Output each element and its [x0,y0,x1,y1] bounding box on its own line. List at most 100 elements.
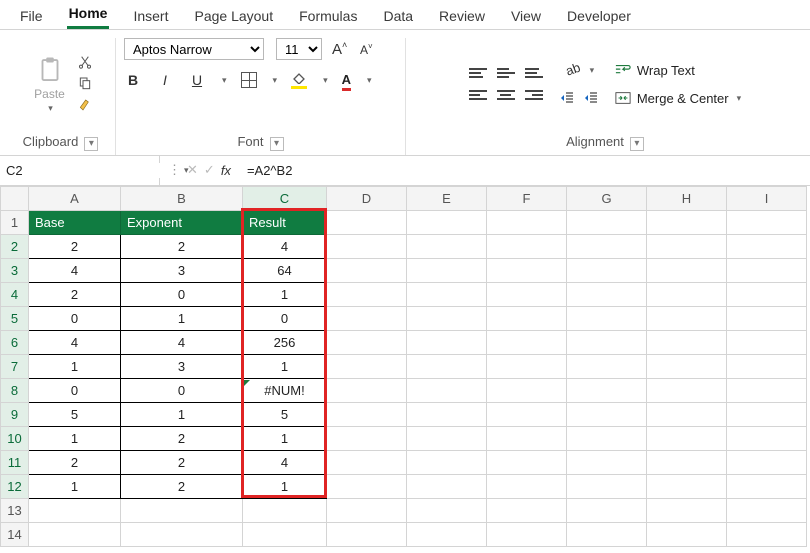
align-left-icon[interactable] [469,90,487,100]
cell-I11[interactable] [727,450,807,474]
cell-G2[interactable] [567,234,647,258]
cell-G5[interactable] [567,306,647,330]
cell-I7[interactable] [727,354,807,378]
row-header-13[interactable]: 13 [1,498,29,522]
cell-B11[interactable]: 2 [121,450,243,474]
cell-I14[interactable] [727,522,807,546]
cell-B10[interactable]: 2 [121,426,243,450]
cell-A8[interactable]: 0 [29,378,121,402]
cell-B3[interactable]: 3 [121,258,243,282]
align-middle-icon[interactable] [497,68,515,78]
format-painter-icon[interactable] [77,98,93,114]
cell-C3[interactable]: 64 [243,258,327,282]
col-header-G[interactable]: G [567,186,647,210]
row-header-8[interactable]: 8 [1,378,29,402]
cell-F1[interactable] [487,210,567,234]
orientation-icon[interactable]: ab [564,62,580,78]
cell-F7[interactable] [487,354,567,378]
col-header-D[interactable]: D [327,186,407,210]
cell-B7[interactable]: 3 [121,354,243,378]
cell-D5[interactable] [327,306,407,330]
row-header-5[interactable]: 5 [1,306,29,330]
cell-A13[interactable] [29,498,121,522]
cell-B9[interactable]: 1 [121,402,243,426]
cell-reference-input[interactable] [6,163,182,178]
cell-I5[interactable] [727,306,807,330]
chevron-down-icon[interactable]: ▾ [273,75,278,86]
formula-input[interactable] [239,163,810,178]
row-header-7[interactable]: 7 [1,354,29,378]
underline-button[interactable]: U [188,70,206,90]
font-size-select[interactable]: 11 [276,38,322,60]
align-center-icon[interactable] [497,90,515,100]
name-box[interactable]: ▾ [0,156,160,185]
tab-review[interactable]: Review [437,8,487,29]
chevron-down-icon[interactable]: ▾ [367,75,372,86]
cell-E12[interactable] [407,474,487,498]
cell-I1[interactable] [727,210,807,234]
cell-D1[interactable] [327,210,407,234]
cell-F2[interactable] [487,234,567,258]
cell-I3[interactable] [727,258,807,282]
cell-A7[interactable]: 1 [29,354,121,378]
cell-I13[interactable] [727,498,807,522]
expand-icon[interactable]: ⋮ [168,162,181,178]
cell-G1[interactable] [567,210,647,234]
cell-I9[interactable] [727,402,807,426]
wrap-text-button[interactable]: Wrap Text [615,62,695,78]
align-right-icon[interactable] [525,90,543,100]
chevron-down-icon[interactable]: ▾ [590,65,595,76]
cell-H8[interactable] [647,378,727,402]
row-header-3[interactable]: 3 [1,258,29,282]
select-all-corner[interactable] [1,186,29,210]
cell-F6[interactable] [487,330,567,354]
cell-C5[interactable]: 0 [243,306,327,330]
cell-G13[interactable] [567,498,647,522]
cell-E2[interactable] [407,234,487,258]
cell-G11[interactable] [567,450,647,474]
chevron-down-icon[interactable]: ▾ [323,75,328,86]
tab-formulas[interactable]: Formulas [297,8,359,29]
row-header-11[interactable]: 11 [1,450,29,474]
cut-icon[interactable] [77,54,93,70]
cell-E1[interactable] [407,210,487,234]
tab-file[interactable]: File [18,8,45,29]
cell-D8[interactable] [327,378,407,402]
row-header-10[interactable]: 10 [1,426,29,450]
row-header-4[interactable]: 4 [1,282,29,306]
cell-E9[interactable] [407,402,487,426]
grid[interactable]: ABCDEFGHI1BaseExponentResult222434364420… [0,186,807,547]
tab-home[interactable]: Home [67,5,110,29]
increase-font-icon[interactable]: A˄ [330,38,349,60]
cell-H3[interactable] [647,258,727,282]
cell-A2[interactable]: 2 [29,234,121,258]
cell-D3[interactable] [327,258,407,282]
bold-button[interactable]: B [124,70,142,90]
cell-G10[interactable] [567,426,647,450]
chevron-down-icon[interactable]: ▾ [222,75,227,86]
cell-D11[interactable] [327,450,407,474]
cell-D9[interactable] [327,402,407,426]
cell-F14[interactable] [487,522,567,546]
cell-B2[interactable]: 2 [121,234,243,258]
cell-F11[interactable] [487,450,567,474]
cell-E4[interactable] [407,282,487,306]
decrease-font-icon[interactable]: A˅ [357,40,375,59]
cell-C6[interactable]: 256 [243,330,327,354]
cell-I10[interactable] [727,426,807,450]
cell-A5[interactable]: 0 [29,306,121,330]
cell-B1[interactable]: Exponent [121,210,243,234]
cell-C1[interactable]: Result [243,210,327,234]
paste-button[interactable]: Paste ▾ [28,51,71,118]
cell-A11[interactable]: 2 [29,450,121,474]
cell-G14[interactable] [567,522,647,546]
cell-A10[interactable]: 1 [29,426,121,450]
cell-F5[interactable] [487,306,567,330]
cell-G8[interactable] [567,378,647,402]
font-name-select[interactable]: Aptos Narrow [124,38,264,60]
cancel-icon[interactable]: ✕ [187,162,198,178]
cell-C7[interactable]: 1 [243,354,327,378]
cell-H13[interactable] [647,498,727,522]
align-bottom-icon[interactable] [525,68,543,78]
cell-C12[interactable]: 1 [243,474,327,498]
